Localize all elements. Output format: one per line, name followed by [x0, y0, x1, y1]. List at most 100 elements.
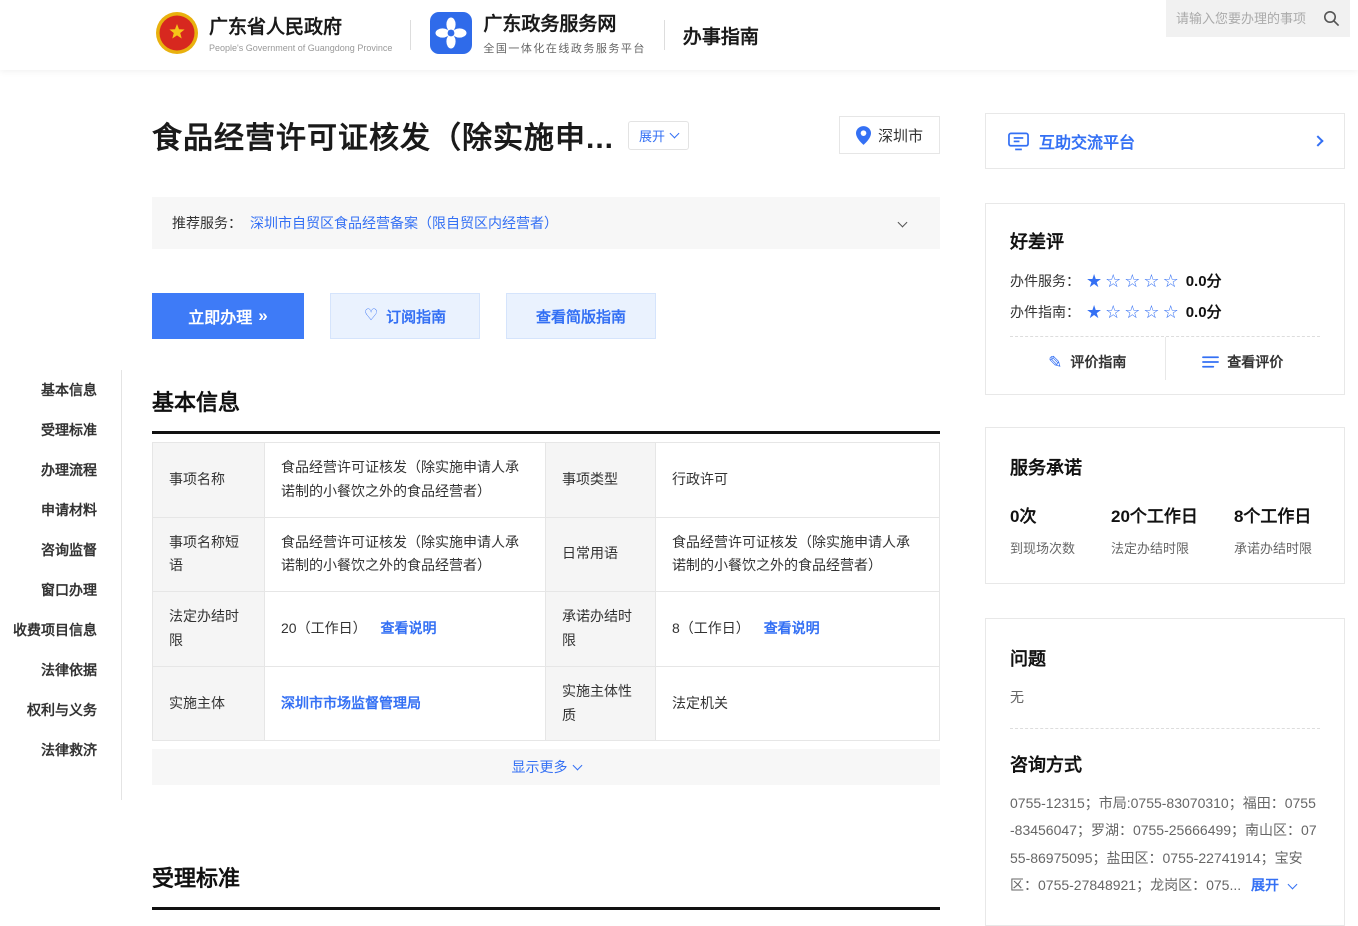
recommend-service-link[interactable]: 深圳市自贸区食品经营备案（限自贸区内经营者） [250, 213, 558, 233]
field-label: 实施主体 [153, 666, 265, 741]
rating-label: 办件指南： [1010, 302, 1080, 322]
city-selector[interactable]: 深圳市 [839, 116, 940, 154]
list-icon [1202, 355, 1219, 369]
double-arrow-icon: » [258, 306, 267, 326]
heart-icon: ♡ [364, 308, 378, 324]
field-label: 承诺办结时限 [546, 592, 656, 667]
page-title: 食品经营许可证核发（除实施申... [152, 113, 614, 157]
subscribe-guide-button[interactable]: ♡ 订阅指南 [330, 293, 480, 339]
sidebar-item-fees[interactable]: 收费项目信息 [0, 610, 97, 650]
rating-label: 办件服务： [1010, 271, 1080, 291]
recommend-toggle[interactable] [893, 215, 906, 231]
contact-heading: 咨询方式 [1010, 751, 1320, 777]
field-value: 食品经营许可证核发（除实施申请人承诺制的小餐饮之外的食品经营者） [265, 443, 546, 518]
show-more-button[interactable]: 显示更多 [152, 749, 940, 785]
field-value: 食品经营许可证核发（除实施申请人承诺制的小餐饮之外的食品经营者） [656, 517, 940, 592]
rating-score: 0.0分 [1186, 270, 1222, 291]
rating-row-guide: 办件指南： ★☆☆☆☆ 0.0分 [1010, 301, 1320, 322]
basic-info-heading: 基本信息 [152, 385, 940, 417]
rating-actions: ✎ 评价指南 查看评价 [1010, 337, 1320, 380]
promise-label: 法定办结时限 [1111, 538, 1198, 557]
star-icon: ☆ [1143, 271, 1162, 291]
field-value: 深圳市市场监督管理局 [265, 666, 546, 741]
section-nav: 基本信息 受理标准 办理流程 申请材料 咨询监督 窗口办理 收费项目信息 法律依… [0, 70, 152, 800]
field-value: 食品经营许可证核发（除实施申请人承诺制的小餐饮之外的食品经营者） [265, 517, 546, 592]
subscribe-label: 订阅指南 [386, 306, 446, 327]
field-label: 实施主体性质 [546, 666, 656, 741]
right-panel: 互助交流平台 好差评 办件服务： ★☆☆☆☆ 0.0分 办件指南： ★☆☆☆☆ … [985, 70, 1345, 926]
gov-logo[interactable]: 广东省人民政府 People's Government of Guangdong… [155, 11, 392, 60]
star-rating[interactable]: ★☆☆☆☆ [1086, 303, 1182, 321]
page-layout: 基本信息 受理标准 办理流程 申请材料 咨询监督 窗口办理 收费项目信息 法律依… [0, 70, 1358, 926]
basic-info-section-head: 基本信息 [152, 385, 940, 434]
sidebar-item-process[interactable]: 办理流程 [0, 450, 97, 490]
contact-text: 0755-12315；市局:0755-83070310；福田：0755-8345… [1010, 790, 1320, 899]
promise-label: 承诺办结时限 [1234, 538, 1312, 557]
chevron-right-icon [1314, 137, 1322, 145]
sidebar-item-basic-info[interactable]: 基本信息 [0, 370, 97, 410]
rate-guide-label: 评价指南 [1070, 352, 1126, 372]
sidebar-item-materials[interactable]: 申请材料 [0, 490, 97, 530]
field-value: 20（工作日） 查看说明 [265, 592, 546, 667]
national-emblem-icon [155, 11, 199, 60]
sidebar-item-window[interactable]: 窗口办理 [0, 570, 97, 610]
site-header: 广东省人民政府 People's Government of Guangdong… [0, 0, 1358, 70]
portal-logo[interactable]: 广东政务服务网 全国一体化在线政务服务平台 [429, 11, 646, 60]
pencil-icon: ✎ [1048, 354, 1062, 371]
exchange-platform-icon [1008, 132, 1029, 151]
portal-title: 广东政务服务网 [483, 14, 646, 37]
view-note-link[interactable]: 查看说明 [380, 620, 436, 636]
sidebar-item-accept-standard[interactable]: 受理标准 [0, 410, 97, 450]
question-value: 无 [1010, 687, 1320, 707]
star-icon: ☆ [1105, 271, 1124, 291]
sidebar-item-legal-remedy[interactable]: 法律救济 [0, 730, 97, 770]
field-value: 行政许可 [656, 443, 940, 518]
search-icon[interactable] [1323, 10, 1340, 27]
star-icon: ★ [1086, 302, 1105, 322]
sidebar-item-rights[interactable]: 权利与义务 [0, 690, 97, 730]
header-search [1166, 0, 1350, 37]
action-buttons: 立即办理 » ♡ 订阅指南 查看简版指南 [152, 293, 940, 339]
promise-item-visits: 0次 到现场次数 [1010, 502, 1075, 557]
value-text: 8（工作日） [672, 620, 750, 636]
star-icon: ☆ [1163, 271, 1182, 291]
title-expand-button[interactable]: 展开 [628, 121, 689, 150]
rate-guide-button[interactable]: ✎ 评价指南 [1010, 337, 1165, 380]
field-value: 法定机关 [656, 666, 940, 741]
star-icon: ☆ [1124, 302, 1143, 322]
promise-item-statutory: 20个工作日 法定办结时限 [1111, 502, 1198, 557]
sidebar-item-consult[interactable]: 咨询监督 [0, 530, 97, 570]
star-rating[interactable]: ★☆☆☆☆ [1086, 272, 1182, 290]
chevron-down-icon [670, 128, 680, 138]
table-row: 事项名称短语 食品经营许可证核发（除实施申请人承诺制的小餐饮之外的食品经营者） … [153, 517, 940, 592]
gov-title: 广东省人民政府 [209, 17, 392, 40]
apply-now-button[interactable]: 立即办理 » [152, 293, 304, 339]
question-contact-card: 问题 无 咨询方式 0755-12315；市局:0755-83070310；福田… [985, 618, 1345, 926]
search-input[interactable] [1176, 11, 1323, 26]
portal-flower-icon [429, 11, 473, 60]
agency-link[interactable]: 深圳市市场监督管理局 [281, 695, 421, 711]
chevron-down-icon [898, 218, 908, 228]
accept-standard-heading: 受理标准 [152, 861, 940, 893]
promise-value: 0次 [1010, 502, 1075, 527]
exchange-platform-card[interactable]: 互助交流平台 [985, 113, 1345, 169]
field-label: 法定办结时限 [153, 592, 265, 667]
promise-value: 8个工作日 [1234, 502, 1312, 527]
simple-guide-button[interactable]: 查看简版指南 [506, 293, 656, 339]
sidebar-item-legal-basis[interactable]: 法律依据 [0, 650, 97, 690]
table-row: 事项名称 食品经营许可证核发（除实施申请人承诺制的小餐饮之外的食品经营者） 事项… [153, 443, 940, 518]
contact-expand-button[interactable]: 展开 [1251, 877, 1296, 893]
star-icon: ☆ [1143, 302, 1162, 322]
star-icon: ☆ [1105, 302, 1124, 322]
basic-info-table: 事项名称 食品经营许可证核发（除实施申请人承诺制的小餐饮之外的食品经营者） 事项… [152, 442, 940, 741]
recommend-label: 推荐服务： [172, 213, 242, 233]
rating-heading: 好差评 [1010, 228, 1320, 254]
exchange-platform-label: 互助交流平台 [1039, 129, 1135, 153]
promise-label: 到现场次数 [1010, 538, 1075, 557]
view-reviews-button[interactable]: 查看评价 [1165, 337, 1321, 380]
promise-value: 20个工作日 [1111, 502, 1198, 527]
gov-subtitle: People's Government of Guangdong Provinc… [209, 43, 392, 53]
field-value: 8（工作日） 查看说明 [656, 592, 940, 667]
view-note-link[interactable]: 查看说明 [764, 620, 820, 636]
rating-row-service: 办件服务： ★☆☆☆☆ 0.0分 [1010, 270, 1320, 291]
